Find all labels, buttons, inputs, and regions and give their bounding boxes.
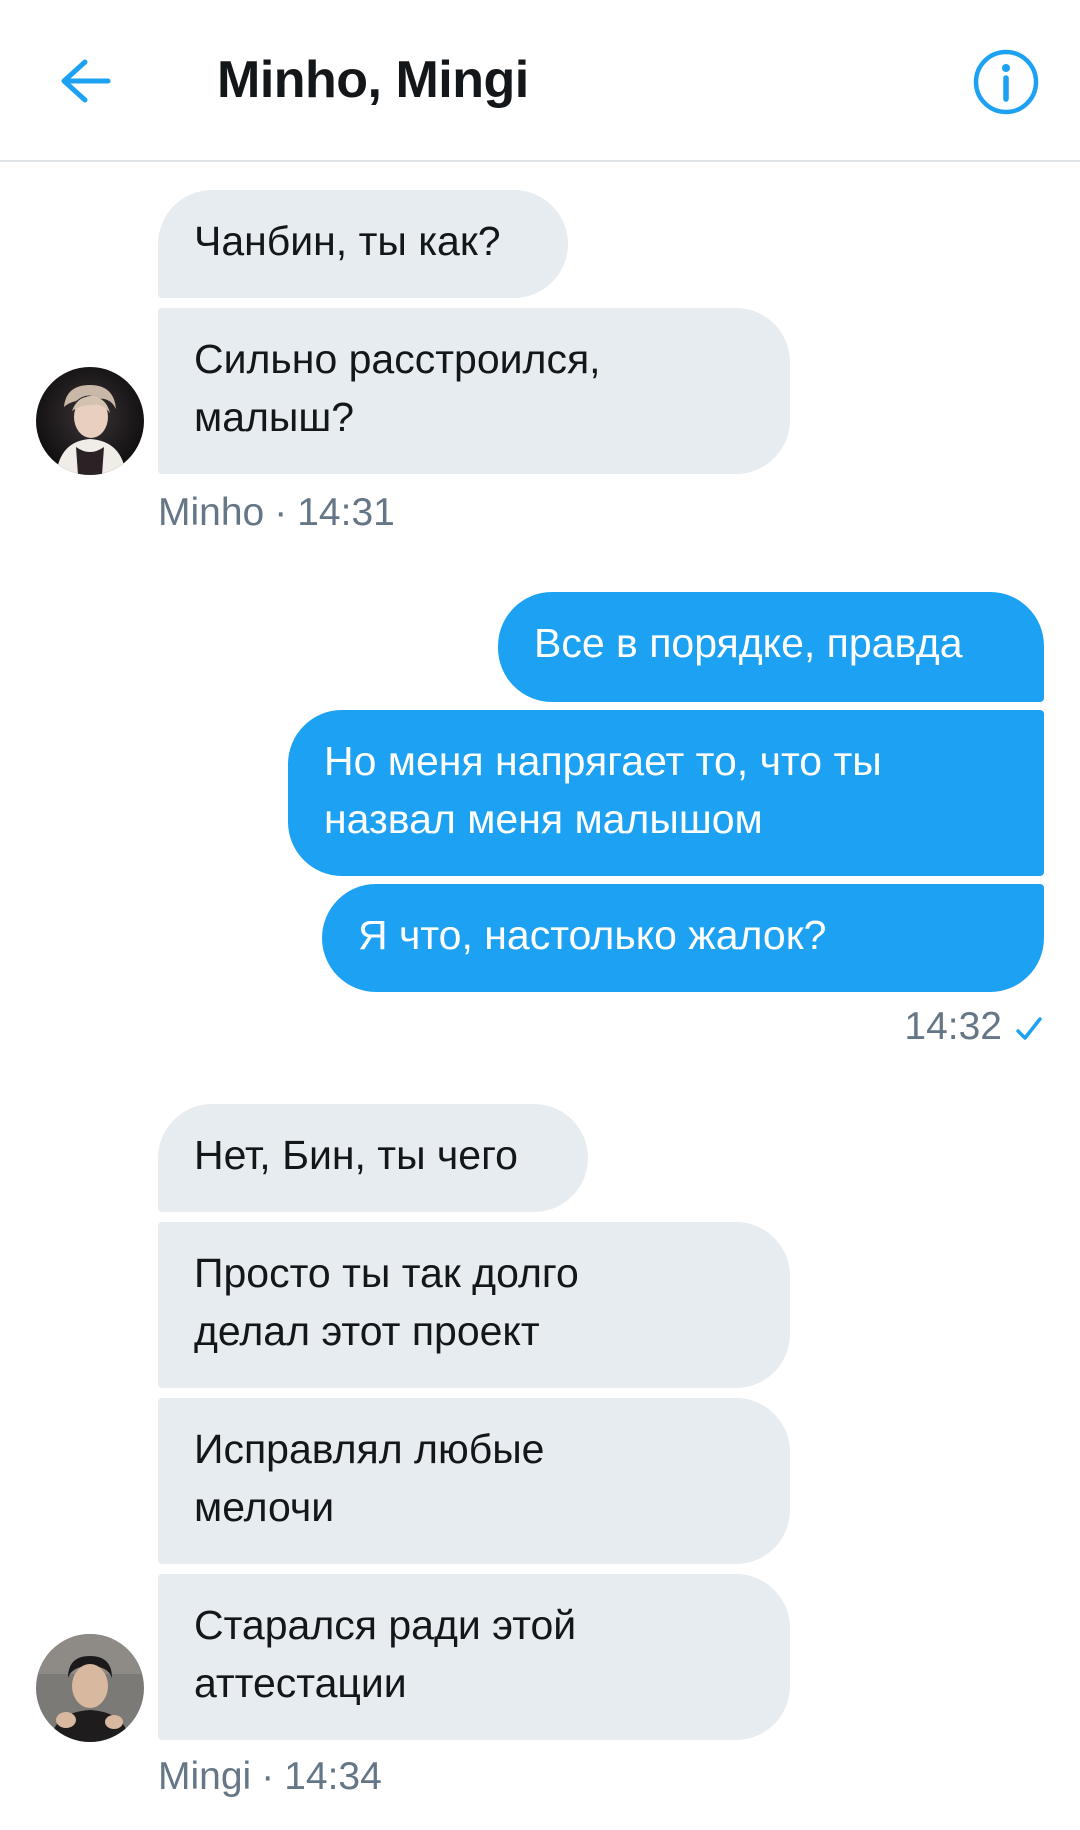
message-text-line: Старался ради этой [194, 1602, 577, 1648]
message-time: 14:32 [904, 1005, 1002, 1048]
message-text-line: мелочи [194, 1484, 335, 1530]
message-bubble[interactable]: Старался ради этой аттестации [158, 1574, 790, 1740]
meta-separator: · [261, 1755, 275, 1798]
message-text-line: Просто ты так долго [194, 1250, 579, 1296]
info-icon [973, 49, 1039, 115]
message-bubble[interactable]: Все в порядке, правда [498, 592, 1044, 702]
message-meta: Mingi · 14:34 [158, 1752, 382, 1802]
sender-name: Minho [158, 491, 265, 534]
conversation-header: Minho, Mingi [0, 0, 1080, 162]
message-meta: 14:32 [904, 1002, 1044, 1052]
arrow-left-icon [61, 59, 111, 103]
message-meta: Minho · 14:31 [158, 488, 395, 538]
checkmark-icon [1016, 1016, 1042, 1040]
message-bubble[interactable]: Исправлял любые мелочи [158, 1398, 790, 1564]
message-text-line: назвал меня малышом [324, 796, 763, 842]
back-button[interactable] [50, 46, 120, 116]
message-bubble[interactable]: Сильно расстроился, малыш? [158, 308, 790, 474]
message-bubble[interactable]: Чанбин, ты как? [158, 190, 568, 298]
message-bubble[interactable]: Просто ты так долго делал этот проект [158, 1222, 790, 1388]
conversation-title: Minho, Mingi [217, 51, 529, 109]
message-time: 14:31 [297, 491, 395, 534]
message-text: Нет, Бин, ты чего [194, 1132, 518, 1178]
message-text-line: Сильно расстроился, [194, 336, 601, 382]
message-text-line: аттестации [194, 1660, 407, 1706]
sender-name: Mingi [158, 1755, 252, 1798]
message-text: Все в порядке, правда [534, 620, 963, 666]
info-button[interactable] [968, 44, 1044, 120]
message-text-line: делал этот проект [194, 1308, 540, 1354]
message-text-line: Но меня напрягает то, что ты [324, 738, 882, 784]
message-text-line: Исправлял любые [194, 1426, 545, 1472]
avatar-minho[interactable] [36, 367, 144, 475]
message-text: Я что, настолько жалок? [358, 912, 827, 958]
message-bubble[interactable]: Я что, настолько жалок? [322, 884, 1044, 992]
message-time: 14:34 [284, 1755, 382, 1798]
meta-separator: · [274, 491, 288, 534]
avatar-mingi[interactable] [36, 1634, 144, 1742]
message-bubble[interactable]: Нет, Бин, ты чего [158, 1104, 588, 1212]
message-text-line: малыш? [194, 394, 355, 440]
message-bubble[interactable]: Но меня напрягает то, что ты назвал меня… [288, 710, 1044, 876]
dm-conversation-screen: Minho, Mingi Чанбин, ты как? Сильно расс… [0, 0, 1080, 1830]
message-text: Чанбин, ты как? [194, 218, 501, 264]
